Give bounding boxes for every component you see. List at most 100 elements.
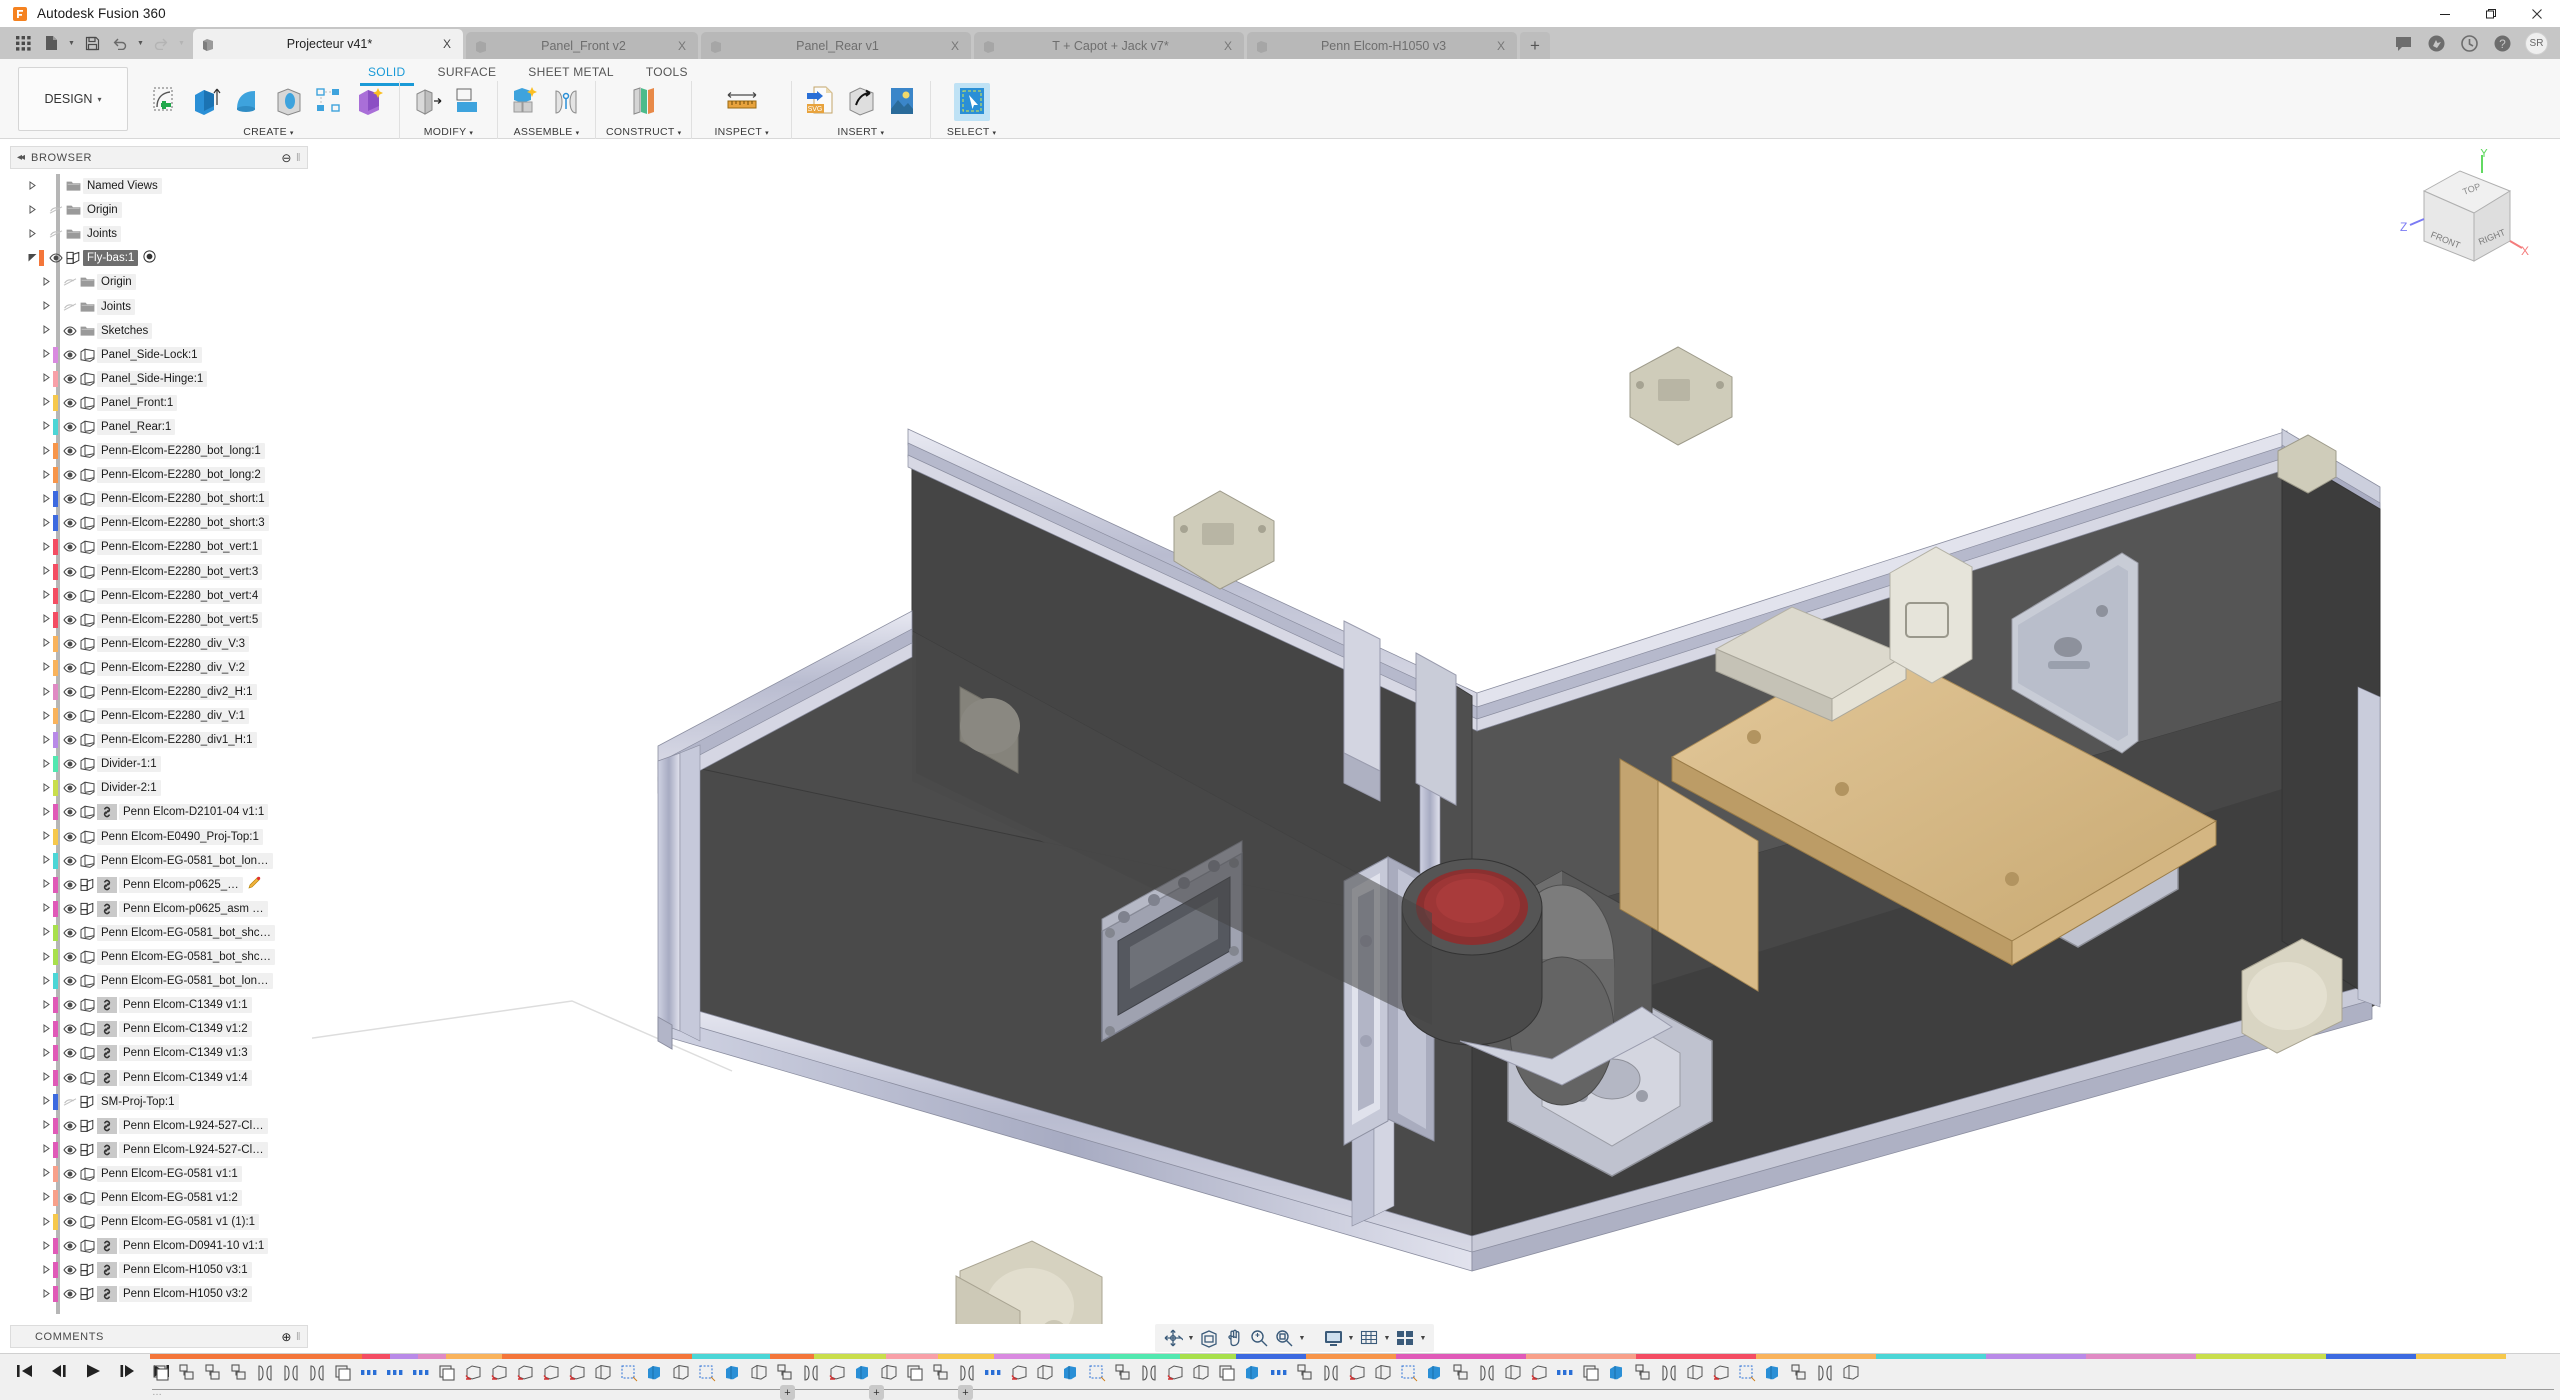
- tree-node[interactable]: Fly-bas:1: [14, 246, 309, 270]
- chevron-right-icon[interactable]: [40, 782, 53, 794]
- new-component-icon[interactable]: [508, 83, 544, 121]
- collapse-panel-icon[interactable]: ◂◂: [17, 152, 25, 163]
- chevron-right-icon[interactable]: [40, 758, 53, 770]
- timeline-feature[interactable]: [930, 1362, 952, 1384]
- new-file-caret-icon[interactable]: ▼: [66, 30, 77, 56]
- timeline-feature[interactable]: [1086, 1362, 1108, 1384]
- timeline-feature[interactable]: [1190, 1362, 1212, 1384]
- tab-t-capot-jack[interactable]: T + Capot + Jack v7* X: [974, 32, 1244, 59]
- eye-visible-icon[interactable]: [61, 1072, 78, 1083]
- eye-visible-icon[interactable]: [61, 1217, 78, 1227]
- chevron-right-icon[interactable]: [40, 349, 53, 360]
- chevron-right-icon[interactable]: [40, 1144, 53, 1155]
- timeline-group-marker[interactable]: +: [869, 1385, 884, 1400]
- step-forward-button[interactable]: [116, 1360, 138, 1382]
- browser-settings-icon[interactable]: ⊖: [281, 151, 292, 165]
- eye-visible-icon[interactable]: [61, 904, 78, 914]
- eye-visible-icon[interactable]: [61, 1289, 78, 1299]
- eye-visible-icon[interactable]: [47, 253, 64, 263]
- tree-node[interactable]: Penn-Elcom-E2280_bot_short:3: [14, 511, 309, 535]
- tree-node[interactable]: Origin: [14, 198, 309, 222]
- tree-node[interactable]: Penn Elcom-E0490_Proj-Top:1: [14, 825, 309, 849]
- timeline-feature[interactable]: [540, 1362, 562, 1384]
- chevron-right-icon[interactable]: [40, 662, 53, 673]
- look-at-icon[interactable]: [1197, 1326, 1221, 1350]
- chevron-right-icon[interactable]: [40, 590, 53, 601]
- eye-visible-icon[interactable]: [61, 711, 78, 721]
- timeline-feature[interactable]: [436, 1362, 458, 1384]
- tab-sheet-metal[interactable]: SHEET METAL: [512, 62, 630, 83]
- timeline-feature[interactable]: [774, 1362, 796, 1384]
- timeline-feature[interactable]: [202, 1362, 224, 1384]
- tree-node[interactable]: Penn-Elcom-E2280_bot_vert:4: [14, 584, 309, 608]
- chevron-right-icon[interactable]: [40, 1047, 53, 1059]
- go-to-beginning-button[interactable]: [14, 1360, 36, 1382]
- tree-node[interactable]: Penn-Elcom-E2280_div_V:1: [14, 704, 309, 728]
- tab-close-icon[interactable]: X: [1493, 39, 1509, 53]
- chevron-right-icon[interactable]: [40, 831, 53, 842]
- tree-node[interactable]: Penn Elcom-H1050 v3:2: [14, 1282, 309, 1306]
- eye-visible-icon[interactable]: [61, 494, 78, 504]
- tree-node[interactable]: Penn Elcom-D2101-04 v1:1: [14, 800, 309, 824]
- press-pull-icon[interactable]: [410, 83, 446, 121]
- timeline-feature[interactable]: [1060, 1362, 1082, 1384]
- eye-visible-icon[interactable]: [61, 832, 78, 842]
- redo-caret-icon[interactable]: ▼: [176, 30, 187, 56]
- eye-visible-icon[interactable]: [61, 518, 78, 528]
- timeline-group-marker[interactable]: +: [780, 1385, 795, 1400]
- timeline-feature[interactable]: [748, 1362, 770, 1384]
- ribbon-group-label[interactable]: SELECT ▾: [947, 126, 996, 139]
- tree-node[interactable]: Penn-Elcom-E2280_div2_H:1: [14, 680, 309, 704]
- eye-visible-icon[interactable]: [61, 1265, 78, 1275]
- timeline-feature[interactable]: [1424, 1362, 1446, 1384]
- timeline-feature[interactable]: [956, 1362, 978, 1384]
- chevron-right-icon[interactable]: [40, 566, 53, 577]
- app-grid-icon[interactable]: [10, 30, 36, 56]
- timeline-feature[interactable]: [384, 1362, 406, 1384]
- orbit-caret-icon[interactable]: ▼: [1186, 1335, 1196, 1342]
- timeline-feature[interactable]: [254, 1362, 276, 1384]
- tree-node[interactable]: Panel_Side-Hinge:1: [14, 367, 309, 391]
- eye-hidden-icon[interactable]: [47, 205, 64, 215]
- timeline-group-marker[interactable]: +: [958, 1385, 973, 1400]
- timeline-feature[interactable]: [306, 1362, 328, 1384]
- tree-node[interactable]: Penn Elcom-EG-0581_bot_lon…: [14, 849, 309, 873]
- minimize-button[interactable]: [2422, 0, 2468, 27]
- timeline-feature[interactable]: [1840, 1362, 1862, 1384]
- close-window-button[interactable]: [2514, 0, 2560, 27]
- timeline-feature[interactable]: [1736, 1362, 1758, 1384]
- chevron-right-icon[interactable]: [40, 999, 53, 1011]
- eye-visible-icon[interactable]: [61, 856, 78, 866]
- sweep-icon[interactable]: [271, 83, 307, 121]
- viewports-caret-icon[interactable]: ▼: [1418, 1335, 1428, 1342]
- design-canvas[interactable]: TOP FRONT RIGHT Y Z X: [312, 141, 2560, 1324]
- timeline-feature[interactable]: [644, 1362, 666, 1384]
- panel-resize-grip[interactable]: ‖: [296, 152, 303, 164]
- eye-visible-icon[interactable]: [61, 591, 78, 601]
- eye-visible-icon[interactable]: [61, 1169, 78, 1179]
- combine-icon[interactable]: [353, 83, 389, 121]
- tree-node[interactable]: Sketches: [14, 319, 309, 343]
- eye-visible-icon[interactable]: [61, 422, 78, 432]
- chevron-right-icon[interactable]: [40, 1096, 53, 1107]
- ribbon-group-label[interactable]: CONSTRUCT ▾: [606, 126, 681, 139]
- timeline-feature[interactable]: [722, 1362, 744, 1384]
- chevron-right-icon[interactable]: [40, 445, 53, 457]
- job-status-icon[interactable]: [2454, 28, 2484, 58]
- eye-visible-icon[interactable]: [61, 1241, 78, 1251]
- chevron-right-icon[interactable]: [40, 1240, 53, 1252]
- timeline-feature[interactable]: [1580, 1362, 1602, 1384]
- timeline-feature[interactable]: [1814, 1362, 1836, 1384]
- chevron-right-icon[interactable]: [40, 638, 53, 649]
- eye-visible-icon[interactable]: [61, 326, 78, 336]
- eye-visible-icon[interactable]: [61, 663, 78, 673]
- tree-node[interactable]: Penn Elcom-EG-0581_bot_shc…: [14, 921, 309, 945]
- tree-node[interactable]: Joints: [14, 222, 309, 246]
- browser-tree[interactable]: Named Views Origin Joints Fly-bas:1 Origin Jo…: [14, 174, 309, 1314]
- chevron-right-icon[interactable]: [40, 1264, 53, 1276]
- tab-panel-rear[interactable]: Panel_Rear v1 X: [701, 32, 971, 59]
- timeline-feature[interactable]: [1606, 1362, 1628, 1384]
- chevron-right-icon[interactable]: [40, 325, 53, 336]
- timeline-feature[interactable]: [1398, 1362, 1420, 1384]
- chevron-right-icon[interactable]: [40, 1288, 53, 1300]
